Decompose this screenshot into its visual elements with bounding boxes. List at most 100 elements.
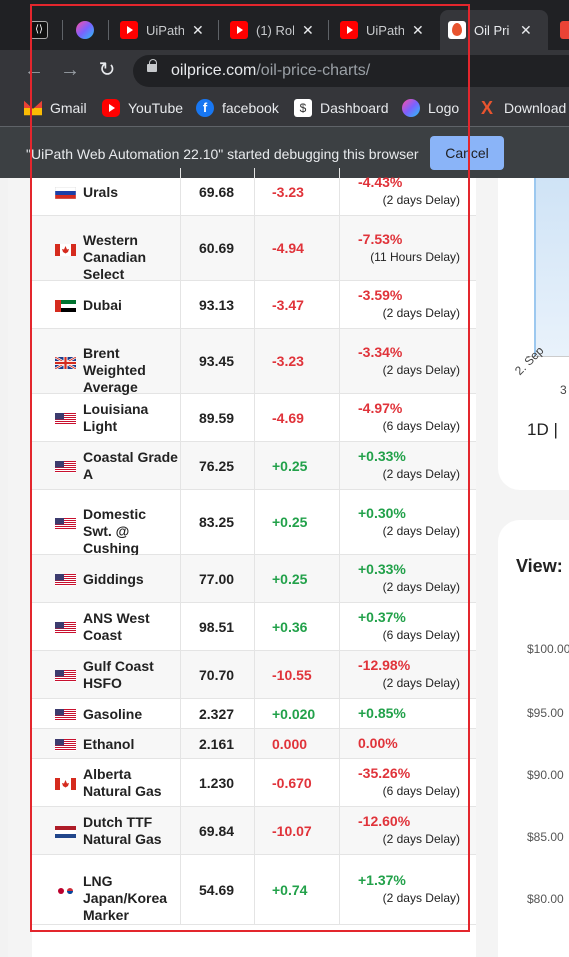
price-cell: 83.25: [181, 490, 255, 554]
percent-change: -4.43%: [358, 174, 403, 190]
percent-change: +0.33%: [358, 561, 406, 577]
percent-change: -35.26%: [358, 765, 411, 781]
percent-change: -3.59%: [358, 287, 403, 303]
percent-change-cell: +1.37% (2 days Delay): [340, 855, 476, 924]
price-cell: 93.45: [181, 329, 255, 393]
tab-youtube-2[interactable]: (1) Rob ✕: [222, 10, 326, 50]
close-tab-icon[interactable]: ✕: [412, 22, 424, 39]
bookmark-download[interactable]: X Download v: [478, 98, 569, 118]
flag-icon: [55, 573, 76, 586]
bookmark-gmail[interactable]: Gmail: [24, 98, 87, 118]
percent-change: -7.53%: [358, 230, 403, 247]
delay-note: (11 Hours Delay): [370, 249, 460, 264]
commodity-name[interactable]: Alberta Natural Gas: [83, 766, 178, 800]
percent-change: -12.98%: [358, 657, 411, 673]
commodity-name[interactable]: ANS West Coast: [83, 610, 178, 644]
y-axis-tick: $95.00: [527, 706, 564, 720]
flag-icon: [55, 708, 76, 721]
commodity-name[interactable]: Domestic Swt. @ Cushing: [83, 506, 178, 557]
gmail-icon: [24, 100, 42, 116]
commodity-cell: Urals: [32, 168, 181, 215]
gmail-icon: [560, 21, 569, 39]
commodity-cell: Coastal Grade A: [32, 442, 181, 489]
back-arrow-icon[interactable]: ←: [22, 58, 46, 82]
tab-pinned-logo[interactable]: [68, 10, 106, 50]
table-row: Giddings 77.00 +0.25 +0.33% (2 days Dela…: [32, 555, 476, 603]
commodity-cell: Domestic Swt. @ Cushing: [32, 490, 181, 557]
tab-separator: [108, 20, 109, 40]
price-cell: 70.70: [181, 651, 255, 698]
flag-icon: [55, 243, 76, 256]
flag-icon: [55, 517, 76, 530]
commodity-name[interactable]: Brent Weighted Average: [83, 345, 178, 396]
table-row: Coastal Grade A 76.25 +0.25 +0.33% (2 da…: [32, 442, 476, 490]
change-cell: -4.94: [255, 216, 340, 280]
percent-change-cell: +0.85%: [340, 699, 476, 728]
commodity-name[interactable]: Dubai: [83, 297, 178, 314]
commodity-name[interactable]: Louisiana Light: [83, 401, 178, 435]
delay-note: (2 days Delay): [382, 467, 460, 481]
bookmark-label: Gmail: [50, 100, 87, 116]
close-tab-icon[interactable]: ✕: [520, 22, 532, 39]
commodity-cell: Dutch TTF Natural Gas: [32, 807, 181, 854]
bookmark-dashboard[interactable]: $ Dashboard: [294, 98, 389, 118]
table-row: Dutch TTF Natural Gas 69.84 -10.07 -12.6…: [32, 807, 476, 855]
table-row: Brent Weighted Average 93.45 -3.23 -3.34…: [32, 329, 476, 396]
commodity-cell: Giddings: [32, 555, 181, 602]
close-tab-icon[interactable]: ✕: [302, 22, 314, 39]
delay-note: (2 days Delay): [382, 193, 460, 207]
price-cell: 1.230: [181, 759, 255, 806]
tab-youtube-3[interactable]: UiPath ✕: [332, 10, 436, 50]
flag-icon: [55, 621, 76, 634]
table-row: Ethanol 2.161 0.000 0.00%: [32, 729, 476, 759]
commodity-name[interactable]: Giddings: [83, 571, 178, 588]
bookmark-label: facebook: [222, 100, 279, 116]
tab-gmail-partial[interactable]: [552, 10, 569, 50]
url-text: oilprice.com/oil-price-charts/: [171, 62, 370, 80]
table-row: Dubai 93.13 -3.47 -3.59% (2 days Delay): [32, 281, 476, 329]
delay-note: (2 days Delay): [382, 523, 460, 538]
commodity-name[interactable]: Western Canadian Select: [83, 232, 178, 283]
reload-icon[interactable]: ↻: [95, 58, 119, 82]
tab-separator: [218, 20, 219, 40]
price-cell: 93.13: [181, 281, 255, 328]
price-cell: 98.51: [181, 603, 255, 650]
price-chart-area: [534, 178, 569, 356]
commodity-cell: Louisiana Light: [32, 394, 181, 441]
bookmark-label: Download v: [504, 100, 569, 116]
commodity-name[interactable]: Urals: [83, 184, 178, 201]
tab-youtube-1[interactable]: UiPath ✕: [112, 10, 216, 50]
cancel-debugging-button[interactable]: Cancel: [430, 136, 504, 170]
commodity-name[interactable]: Ethanol: [83, 736, 178, 753]
percent-change: 0.00%: [358, 735, 398, 751]
forward-arrow-icon[interactable]: →: [58, 58, 82, 82]
price-cell: 76.25: [181, 442, 255, 489]
delay-note: (2 days Delay): [382, 306, 460, 320]
tab-oilprice-active[interactable]: Oil Pri ✕: [440, 10, 548, 50]
chart-x-tick: 2. Sep: [512, 343, 547, 378]
commodity-name[interactable]: Gasoline: [83, 706, 178, 723]
range-selector-1d[interactable]: 1D |: [527, 420, 558, 440]
bookmark-youtube[interactable]: YouTube: [102, 98, 183, 118]
uipath-assistant-icon: ⟨⟩: [30, 21, 48, 39]
table-row: Domestic Swt. @ Cushing 83.25 +0.25 +0.3…: [32, 490, 476, 557]
flag-icon: [55, 884, 76, 897]
dashboard-icon: $: [294, 99, 312, 117]
address-bar[interactable]: oilprice.com/oil-price-charts/: [133, 55, 569, 87]
commodity-name[interactable]: Coastal Grade A: [83, 449, 178, 483]
commodity-name[interactable]: LNG Japan/Korea Marker: [83, 873, 178, 924]
change-cell: +0.25: [255, 442, 340, 489]
commodity-name[interactable]: Dutch TTF Natural Gas: [83, 814, 178, 848]
price-cell: 60.69: [181, 216, 255, 280]
commodity-name[interactable]: Gulf Coast HSFO: [83, 658, 178, 692]
commodity-cell: Gasoline: [32, 699, 181, 728]
bookmark-facebook[interactable]: f facebook: [196, 98, 279, 118]
change-cell: -3.23: [255, 329, 340, 393]
delay-note: (6 days Delay): [382, 628, 460, 642]
bookmark-logo[interactable]: Logo: [402, 98, 459, 118]
tab-pinned-uipath[interactable]: ⟨⟩: [22, 10, 60, 50]
tab-strip: ⟨⟩ UiPath ✕ (1) Rob ✕ UiPath ✕ Oil Pr: [0, 0, 569, 50]
close-tab-icon[interactable]: ✕: [192, 22, 204, 39]
change-cell: -10.55: [255, 651, 340, 698]
price-cell: 69.68: [181, 168, 255, 215]
